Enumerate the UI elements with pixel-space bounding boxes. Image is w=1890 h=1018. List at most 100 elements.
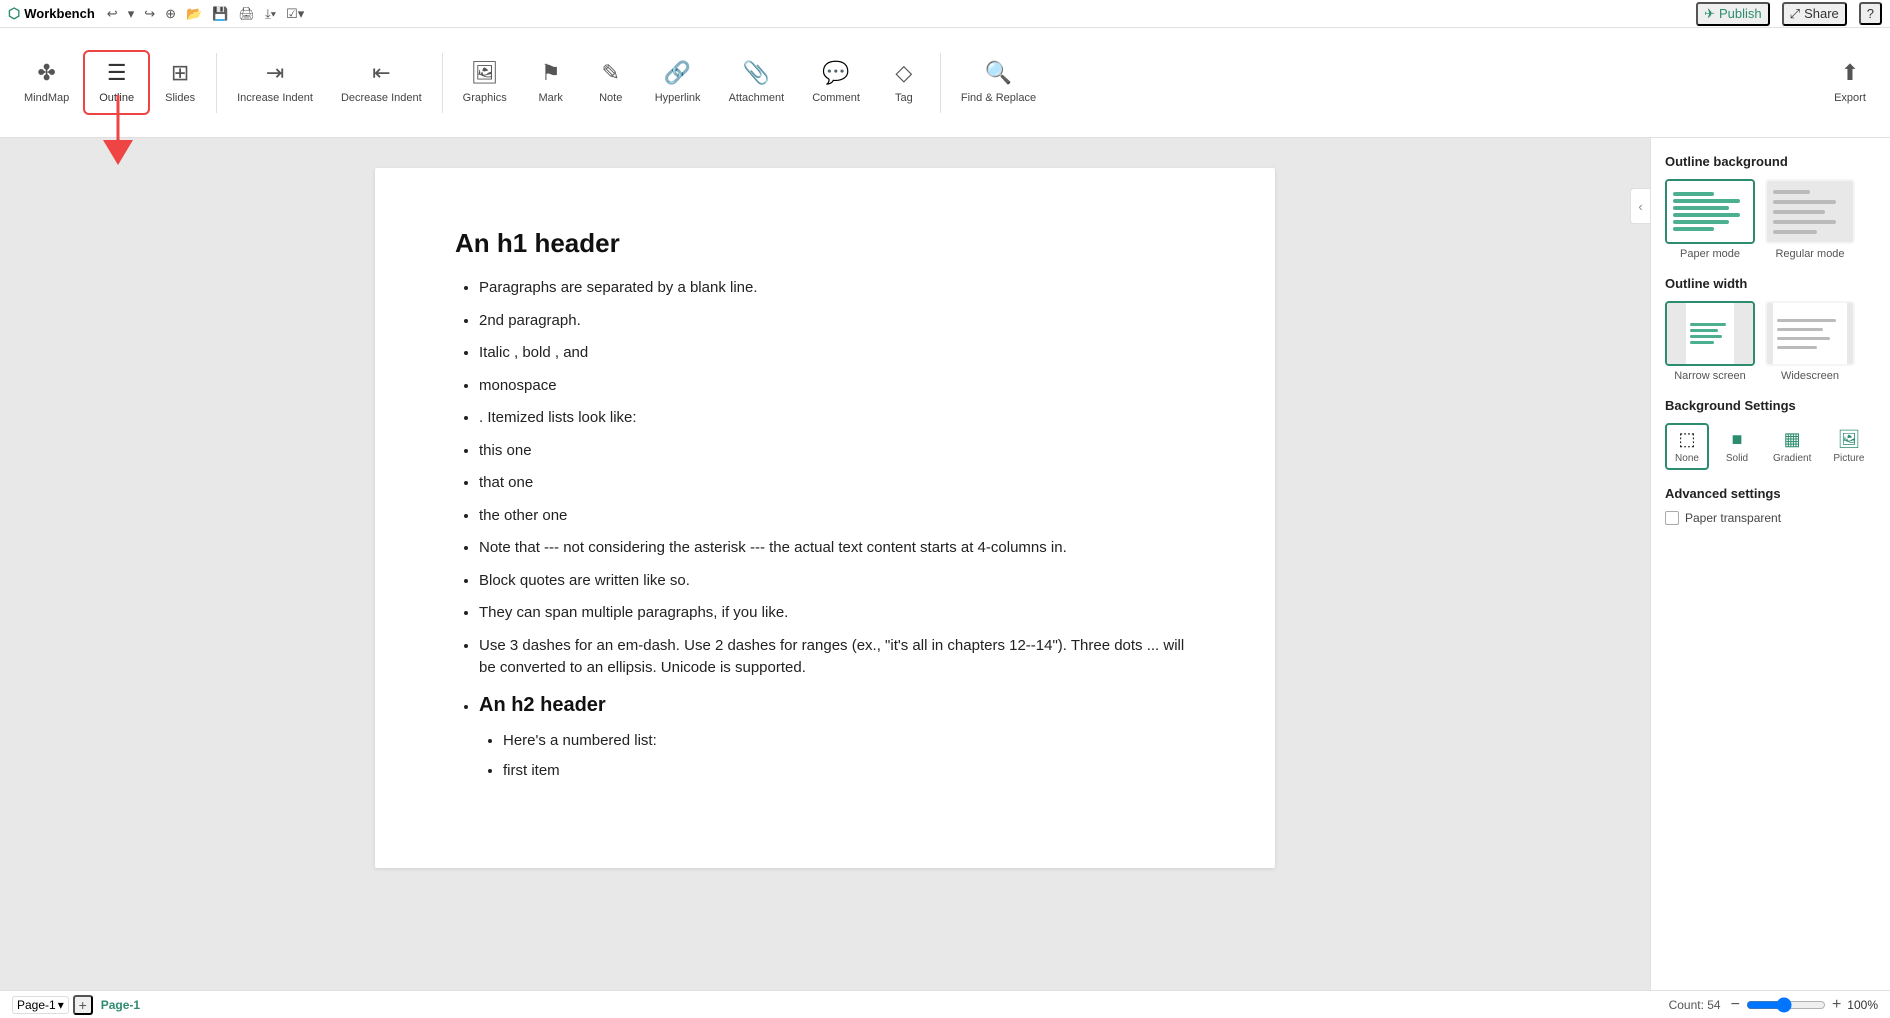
publish-button[interactable]: ✈ Publish	[1696, 2, 1770, 26]
paper-transparent-label: Paper transparent	[1685, 511, 1781, 525]
narrow-screen-label: Narrow screen	[1674, 370, 1746, 382]
top-bar-left: ⬡ Workbench ↩ ▾ ↪ ⊕ 📂 💾 🖨 ⤓▾ ☑▾	[8, 4, 308, 24]
widescreen-label: Widescreen	[1781, 370, 1839, 382]
list-item: An h2 header Here's a numbered list: fir…	[479, 690, 1195, 783]
advanced-settings-title: Advanced settings	[1665, 486, 1876, 501]
increase-indent-tool[interactable]: ⇥ Increase Indent	[223, 52, 327, 113]
narrow-line	[1690, 329, 1718, 332]
outline-width-section: Outline width Narrow screen	[1665, 276, 1876, 382]
mindmap-icon: ✤	[37, 60, 55, 86]
outline-background-title: Outline background	[1665, 154, 1876, 169]
list-item: 2nd paragraph.	[479, 310, 1195, 333]
help-button[interactable]: ?	[1859, 2, 1882, 25]
page-dropdown-arrow: ▾	[58, 998, 64, 1012]
paper-transparent-row[interactable]: Paper transparent	[1665, 511, 1876, 525]
add-page-button[interactable]: +	[73, 995, 93, 1015]
none-bg-button[interactable]: ⬚ None	[1665, 423, 1709, 470]
narrow-screen-option[interactable]: Narrow screen	[1665, 301, 1755, 382]
regular-line	[1773, 200, 1836, 204]
mark-icon: ⚑	[541, 60, 561, 86]
picture-bg-button[interactable]: 🖼 Picture	[1825, 423, 1872, 470]
narrow-thumb-preview	[1667, 303, 1753, 364]
increase-indent-icon: ⇥	[266, 60, 284, 86]
graphics-tool[interactable]: 🖼 Graphics	[449, 52, 521, 113]
mark-tool[interactable]: ⚑ Mark	[521, 52, 581, 113]
regular-line	[1773, 220, 1836, 224]
regular-mode-option[interactable]: Regular mode	[1765, 179, 1855, 260]
attachment-tool[interactable]: 📎 Attachment	[715, 52, 799, 113]
wide-inner	[1773, 303, 1846, 364]
right-panel: Outline background Paper mode	[1650, 138, 1890, 990]
print-button[interactable]: 🖨	[234, 4, 259, 24]
narrow-line	[1690, 341, 1714, 344]
tag-tool[interactable]: ◇ Tag	[874, 52, 934, 113]
note-icon: ✎	[601, 60, 619, 86]
paper-transparent-checkbox[interactable]	[1665, 511, 1679, 525]
count-label: Count: 54	[1669, 998, 1721, 1012]
slides-tool[interactable]: ⊞ Slides	[150, 52, 210, 113]
wide-line	[1777, 337, 1829, 340]
paper-mode-thumb[interactable]	[1665, 179, 1755, 244]
page-tab[interactable]: Page-1	[97, 996, 144, 1014]
bg-options: Paper mode Regular mode	[1665, 179, 1876, 260]
redo-button[interactable]: ↪	[140, 4, 159, 24]
note-tool[interactable]: ✎ Note	[581, 52, 641, 113]
list-item: the other one	[479, 505, 1195, 528]
paper-line	[1673, 192, 1714, 196]
comment-tool[interactable]: 💬 Comment	[798, 52, 874, 113]
document-h2: An h2 header	[479, 690, 1195, 720]
top-bar: ⬡ Workbench ↩ ▾ ↪ ⊕ 📂 💾 🖨 ⤓▾ ☑▾ ✈ Publis…	[0, 0, 1890, 28]
narrow-line	[1690, 335, 1721, 338]
list-item: that one	[479, 472, 1195, 495]
decrease-indent-icon: ⇤	[372, 60, 390, 86]
undo-button[interactable]: ↩	[103, 4, 122, 24]
share-button[interactable]: ⤢ Share	[1782, 2, 1847, 26]
zoom-level: 100%	[1847, 998, 1878, 1012]
decrease-indent-tool[interactable]: ⇤ Decrease Indent	[327, 52, 436, 113]
new-tab-button[interactable]: ⊕	[161, 4, 180, 24]
none-bg-icon: ⬚	[1678, 429, 1695, 450]
hyperlink-tool[interactable]: 🔗 Hyperlink	[641, 52, 715, 113]
paper-mode-label: Paper mode	[1680, 248, 1740, 260]
hyperlink-icon: 🔗	[664, 60, 691, 86]
outline-tool[interactable]: ☰ Outline	[83, 50, 150, 115]
undo-dropdown-button[interactable]: ▾	[124, 4, 139, 24]
check-button[interactable]: ☑▾	[282, 4, 308, 24]
zoom-slider[interactable]	[1746, 997, 1826, 1013]
outline-icon: ☰	[107, 60, 127, 86]
document-h1: An h1 header	[455, 228, 1195, 259]
export-dropdown-button[interactable]: ⤓▾	[261, 4, 280, 24]
bottom-bar: Page-1 ▾ + Page-1 Count: 54 − + 100%	[0, 990, 1890, 1018]
list-item: They can span multiple paragraphs, if yo…	[479, 602, 1195, 625]
export-tool[interactable]: ⬆ Export	[1820, 52, 1880, 113]
save-button[interactable]: 💾	[208, 4, 232, 24]
narrow-inner	[1686, 303, 1733, 364]
regular-mode-label: Regular mode	[1775, 248, 1844, 260]
list-item: Here's a numbered list:	[503, 730, 1195, 753]
background-settings-section: Background Settings ⬚ None ■ Solid ▦ Gra…	[1665, 398, 1876, 470]
wide-thumb-preview	[1767, 303, 1853, 364]
top-bar-right: ✈ Publish ⤢ Share ?	[1696, 2, 1882, 26]
insert-tools-group: 🖼 Graphics ⚑ Mark ✎ Note 🔗 Hyperlink 📎 A…	[449, 52, 934, 113]
document[interactable]: An h1 header Paragraphs are separated by…	[375, 168, 1275, 868]
outline-background-section: Outline background Paper mode	[1665, 154, 1876, 260]
narrow-line	[1690, 323, 1725, 326]
widescreen-option[interactable]: Widescreen	[1765, 301, 1855, 382]
open-button[interactable]: 📂	[182, 4, 206, 24]
advanced-settings-section: Advanced settings Paper transparent	[1665, 486, 1876, 525]
export-icon: ⬆	[1841, 60, 1859, 86]
find-replace-tool[interactable]: 🔍 Find & Replace	[947, 52, 1050, 113]
mindmap-tool[interactable]: ✤ MindMap	[10, 52, 83, 113]
paper-mode-option[interactable]: Paper mode	[1665, 179, 1755, 260]
background-settings-title: Background Settings	[1665, 398, 1876, 413]
solid-bg-button[interactable]: ■ Solid	[1715, 423, 1759, 470]
zoom-out-button[interactable]: −	[1729, 996, 1742, 1014]
gradient-bg-button[interactable]: ▦ Gradient	[1765, 423, 1819, 470]
content-area: An h1 header Paragraphs are separated by…	[0, 138, 1650, 990]
widescreen-thumb[interactable]	[1765, 301, 1855, 366]
zoom-in-button[interactable]: +	[1830, 996, 1843, 1014]
regular-mode-thumb[interactable]	[1765, 179, 1855, 244]
narrow-screen-thumb[interactable]	[1665, 301, 1755, 366]
page-dropdown[interactable]: Page-1 ▾	[12, 996, 69, 1014]
panel-collapse-button[interactable]: ‹	[1630, 188, 1650, 224]
